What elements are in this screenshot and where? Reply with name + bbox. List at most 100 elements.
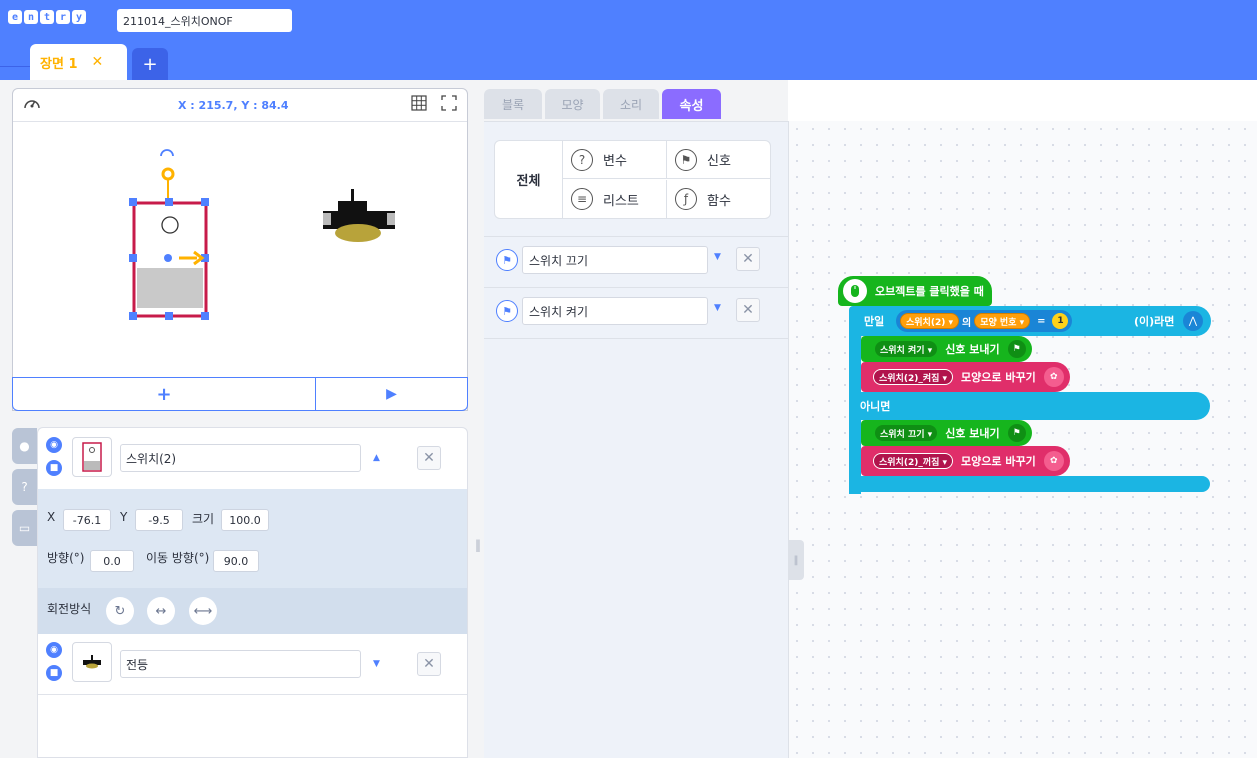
stage-controls: + ▶ — [12, 377, 468, 411]
send-signal-block[interactable]: 스위치 끄기 ▾ 신호 보내기 ⚑ — [861, 420, 1032, 446]
object-row-lamp[interactable]: ◉ ■ ▼ ✕ — [38, 635, 467, 695]
direction-field[interactable]: 0.0 — [90, 550, 134, 572]
shape-select[interactable]: 스위치(2)_꺼짐 ▾ — [873, 453, 954, 469]
logo-letter: y — [72, 10, 86, 24]
y-field[interactable]: -9.5 — [135, 509, 183, 531]
tab-scene-1[interactable]: 장면 1 ✕ — [30, 44, 127, 80]
category-signal[interactable]: ⚑ 신호 — [667, 141, 771, 179]
collapse-icon[interactable]: ▲ — [373, 453, 380, 463]
if-label: 만일 — [864, 315, 885, 328]
delete-signal-button[interactable]: ✕ — [736, 247, 760, 271]
eye-icon[interactable]: ◉ — [46, 642, 62, 658]
flag-icon: ⚑ — [1007, 340, 1026, 358]
stage-header: X : 215.7, Y : 84.4 — [13, 89, 467, 122]
grid-icon[interactable] — [411, 95, 427, 115]
when-clicked-block[interactable]: 오브젝트를 클릭했을 때 — [838, 276, 992, 306]
stage-canvas[interactable] — [13, 123, 467, 377]
object-name-field[interactable] — [120, 444, 361, 472]
tab-attributes[interactable]: 속성 — [662, 89, 721, 119]
direction-label: 방향(°) — [47, 551, 85, 565]
delete-signal-button[interactable]: ✕ — [736, 298, 760, 322]
project-title-input[interactable] — [117, 9, 292, 32]
object-properties: X -76.1 Y -9.5 크기 100.0 방향(°) 0.0 이동 방향(… — [38, 489, 467, 634]
category-list[interactable]: ≡ 리스트 — [563, 180, 667, 218]
move-direction-field[interactable]: 90.0 — [213, 550, 259, 572]
console-tab-icon[interactable]: ▭ — [12, 510, 37, 546]
object-row-switch[interactable]: ◉ ■ ▲ ✕ — [38, 428, 467, 488]
side-tabs: ● ? ▭ — [12, 428, 37, 551]
logo-letter: r — [56, 10, 70, 24]
category-all[interactable]: 전체 — [495, 141, 563, 218]
flag-icon: ⚑ — [1007, 424, 1026, 442]
delete-object-button[interactable]: ✕ — [417, 446, 441, 470]
looks-icon: ✿ — [1043, 451, 1064, 471]
y-label: Y — [120, 510, 128, 524]
list-icon: ≡ — [571, 188, 593, 210]
if-block-end — [849, 476, 1210, 492]
rotate-free-icon[interactable]: ↻ — [106, 597, 134, 625]
entry-logo[interactable]: e n t r y — [8, 10, 86, 24]
play-button[interactable]: ▶ — [316, 378, 467, 410]
expand-icon[interactable]: ▼ — [714, 252, 721, 262]
object-list: ◉ ■ ▲ ✕ X -76.1 Y -9.5 크기 100.0 방향(°) 0.… — [37, 427, 468, 758]
stage-scene — [129, 149, 395, 320]
category-variable[interactable]: ? 변수 — [563, 141, 667, 179]
object-name-field[interactable] — [120, 650, 361, 678]
number-input[interactable]: 1 — [1052, 313, 1069, 329]
looks-icon: ✿ — [1043, 367, 1064, 387]
close-icon[interactable]: ✕ — [92, 54, 104, 70]
tab-blocks[interactable]: 블록 — [484, 89, 542, 119]
send-signal-block[interactable]: 스위치 켜기 ▾ 신호 보내기 ⚑ — [861, 336, 1032, 362]
expand-icon[interactable]: ▼ — [373, 659, 380, 669]
size-field[interactable]: 100.0 — [221, 509, 269, 531]
signal-row[interactable]: ⚑ ▼ ✕ — [484, 238, 788, 288]
signal-select[interactable]: 스위치 켜기 ▾ — [875, 341, 938, 357]
attribute-panel: 전체 ? 변수 ⚑ 신호 ≡ 리스트 ƒ 함수 ⚑ ▼ ✕ ⚑ ▼ ✕ — [484, 121, 788, 758]
divider — [484, 236, 788, 237]
category-variable-label: 변수 — [603, 154, 627, 169]
speed-gauge-icon[interactable] — [23, 95, 41, 115]
condition-expression[interactable]: 스위치(2) ▾ 의 모양 번호 ▾ = 1 — [896, 310, 1073, 332]
expand-icon[interactable]: ▼ — [714, 303, 721, 313]
property-select[interactable]: 모양 번호 ▾ — [974, 313, 1031, 329]
signal-select[interactable]: 스위치 끄기 ▾ — [875, 425, 938, 441]
scene-tab-label: 장면 1 — [40, 56, 78, 72]
help-tab-icon[interactable]: ? — [12, 469, 37, 505]
tab-sounds[interactable]: 소리 — [603, 89, 659, 119]
send-signal-label: 신호 보내기 — [945, 427, 1000, 440]
change-shape-label: 모양으로 바꾸기 — [961, 455, 1036, 468]
move-direction-label: 이동 방향(°) — [146, 551, 210, 565]
fullscreen-icon[interactable] — [441, 95, 457, 115]
rotate-handle-icon — [160, 149, 174, 157]
object-list-tab-icon[interactable]: ● — [12, 428, 37, 464]
x-field[interactable]: -76.1 — [63, 509, 111, 531]
change-shape-block[interactable]: 스위치(2)_꺼짐 ▾ 모양으로 바꾸기 ✿ — [861, 446, 1070, 476]
category-function[interactable]: ƒ 함수 — [667, 180, 771, 218]
x-label: X — [47, 510, 56, 524]
else-block[interactable] — [849, 392, 1210, 420]
eye-icon[interactable]: ◉ — [46, 437, 62, 453]
no-rotate-icon[interactable]: ⟷ — [189, 597, 217, 625]
change-shape-block[interactable]: 스위치(2)_켜짐 ▾ 모양으로 바꾸기 ✿ — [861, 362, 1070, 392]
coordinate-readout: X : 215.7, Y : 84.4 — [178, 99, 289, 112]
send-signal-label: 신호 보내기 — [945, 343, 1000, 356]
shape-select[interactable]: 스위치(2)_켜짐 ▾ — [873, 369, 954, 385]
object-thumbnail — [72, 642, 112, 682]
delete-object-button[interactable]: ✕ — [417, 652, 441, 676]
add-object-button[interactable]: + — [13, 378, 316, 410]
object-select[interactable]: 스위치(2) ▾ — [900, 313, 959, 329]
add-scene-button[interactable]: + — [132, 48, 168, 80]
top-bar: e n t r y 장면 1 ✕ + — [0, 0, 1257, 80]
lock-icon[interactable]: ■ — [46, 460, 62, 476]
tab-shapes[interactable]: 모양 — [545, 89, 600, 119]
divider — [0, 66, 30, 67]
flip-horizontal-icon[interactable]: ↔ — [147, 597, 175, 625]
rotation-row: 회전방식 ↻ ↔ ⟷ — [38, 588, 467, 634]
signal-row[interactable]: ⚑ ▼ ✕ — [484, 289, 788, 339]
object-thumbnail — [72, 437, 112, 477]
workspace-resize-handle[interactable]: ‖ — [788, 540, 804, 580]
lock-icon[interactable]: ■ — [46, 665, 62, 681]
resize-handle[interactable]: ‖ — [475, 538, 481, 552]
signal-name-field[interactable] — [522, 297, 708, 325]
signal-name-field[interactable] — [522, 246, 708, 274]
